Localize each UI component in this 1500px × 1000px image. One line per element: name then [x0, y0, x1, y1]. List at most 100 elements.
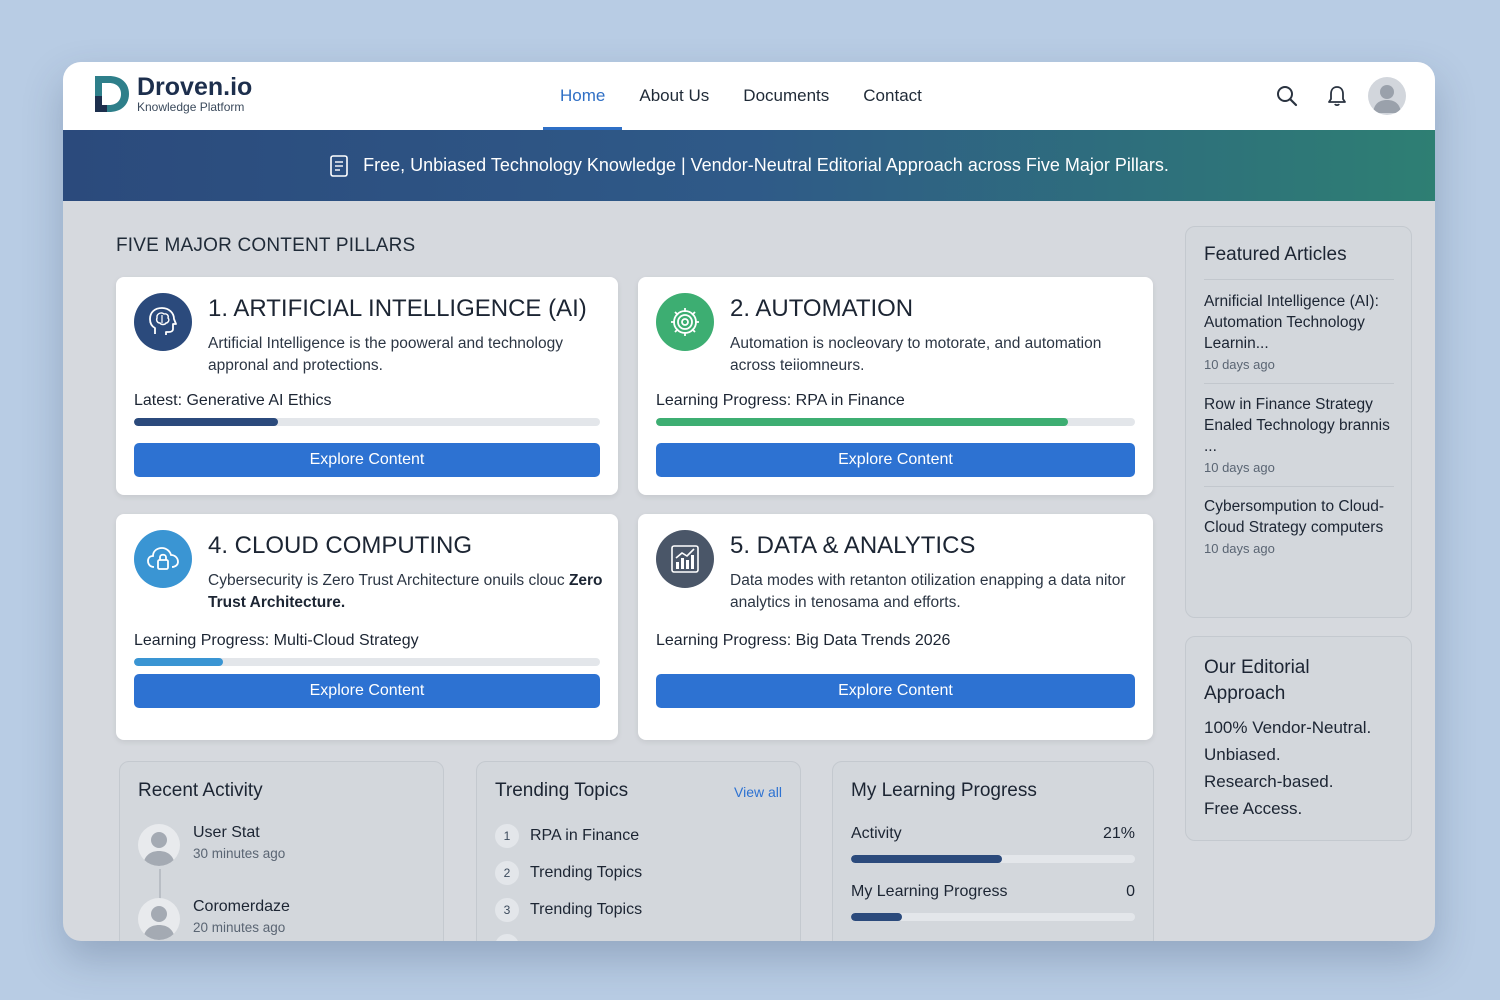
activity-item[interactable]: Coromerdaze 20 minutes ago [138, 898, 290, 940]
pillar-title: 2. AUTOMATION [730, 295, 914, 322]
droven-logo-icon [95, 76, 129, 112]
pillar-description: Cybersecurity is Zero Trust Architecture… [208, 570, 608, 614]
header-actions [1257, 76, 1407, 116]
progress-bar [851, 913, 1135, 921]
explore-content-button[interactable]: Explore Content [134, 443, 600, 477]
user-silhouette-icon [143, 832, 175, 866]
editorial-line: Unbiased. [1204, 745, 1281, 764]
featured-articles-panel: Featured Articles Arnificial Intelligenc… [1185, 226, 1412, 618]
progress-prefix: Latest: [134, 392, 187, 409]
brand-name: Droven.io [137, 73, 253, 101]
gear-icon [656, 293, 714, 351]
featured-article[interactable]: Arnificial Intelligence (AI): Automation… [1204, 291, 1394, 372]
pillar-progress-bar [134, 658, 600, 666]
pillar-description: Automation is nocleovary to motorate, an… [730, 335, 1102, 374]
topic-label: Trending Topics [530, 901, 643, 918]
featured-article[interactable]: Cybersompution to Cloud-Cloud Strategy c… [1204, 496, 1394, 556]
explore-content-button[interactable]: Explore Content [656, 443, 1135, 477]
progress-value: 21% [1102, 825, 1135, 842]
document-icon [329, 154, 349, 178]
divider [1204, 486, 1394, 487]
description-text: Cybersecurity is Zero Trust Architecture… [208, 572, 569, 589]
progress-fill [656, 418, 1068, 426]
search-button[interactable] [1267, 76, 1307, 116]
nav-about-us[interactable]: About Us [622, 62, 726, 130]
editorial-line: Research-based. [1204, 772, 1334, 791]
brand-tagline: Knowledge Platform [137, 100, 245, 114]
nav-contact[interactable]: Contact [846, 62, 939, 130]
progress-topic: Big Data Trends 2026 [795, 632, 951, 649]
pillar-progress-label: Learning Progress: Multi-Cloud Strategy [134, 632, 419, 650]
app-window: Droven.io Knowledge Platform Home About … [63, 62, 1435, 941]
pillar-description: Data modes with retanton otilization ena… [730, 572, 1126, 611]
topic-rank-badge: 1 [495, 824, 519, 848]
pillar-progress-label: Latest: Generative AI Ethics [134, 392, 331, 410]
activity-time: 20 minutes ago [193, 920, 286, 935]
progress-prefix: Learning Progress: [134, 632, 274, 649]
divider [1204, 279, 1394, 280]
trending-topic-item[interactable]: 2 Trending Topics [495, 861, 642, 885]
user-silhouette-icon [1373, 85, 1401, 113]
user-silhouette-icon [143, 906, 175, 940]
activity-time: 30 minutes ago [193, 846, 286, 861]
topic-rank-badge-partial [495, 934, 519, 941]
progress-prefix: Learning Progress: [656, 392, 796, 409]
pillar-description: Artificial Intelligence is the pooweral … [208, 335, 563, 374]
article-time: 10 days ago [1204, 357, 1275, 372]
progress-row: Activity 21% [851, 825, 1135, 843]
cloud-lock-icon [134, 530, 192, 588]
user-avatar [1368, 77, 1406, 115]
trending-topics-title: Trending Topics [495, 780, 629, 801]
progress-label: Activity [851, 825, 902, 842]
recent-activity-panel: Recent Activity User Stat 30 minutes ago [119, 761, 444, 941]
featured-article[interactable]: Row in Finance Strategy Enaled Technolog… [1204, 394, 1394, 475]
brand-logo[interactable]: Droven.io Knowledge Platform [93, 74, 252, 114]
topic-rank-badge: 3 [495, 898, 519, 922]
topic-rank-badge: 2 [495, 861, 519, 885]
pillar-progress-bar [656, 418, 1135, 426]
view-all-link[interactable]: View all [734, 784, 782, 800]
pillar-progress-label: Learning Progress: Big Data Trends 2026 [656, 632, 950, 650]
editorial-lines: 100% Vendor-Neutral. Unbiased. Research-… [1204, 714, 1371, 822]
trending-topic-item[interactable]: 1 RPA in Finance [495, 824, 639, 848]
analytics-chart-icon [656, 530, 714, 588]
pillar-title: 1. ARTIFICIAL INTELLIGENCE (AI) [208, 295, 587, 322]
trending-topics-panel: Trending Topics View all 1 RPA in Financ… [476, 761, 801, 941]
pillar-progress-label: Learning Progress: RPA in Finance [656, 392, 905, 410]
progress-fill [851, 913, 903, 921]
editorial-line: 100% Vendor-Neutral. [1204, 718, 1372, 737]
pillar-card-automation: 2. AUTOMATION Automation is nocleovary t… [638, 277, 1153, 495]
article-title: Arnificial Intelligence (AI): Automation… [1204, 293, 1379, 352]
nav-documents[interactable]: Documents [726, 62, 846, 130]
progress-bar [851, 855, 1135, 863]
editorial-approach-panel: Our Editorial Approach 100% Vendor-Neutr… [1185, 636, 1412, 841]
topic-label: Trending Topics [530, 864, 643, 881]
progress-fill [134, 418, 279, 426]
pillar-card-ai: 1. ARTIFICIAL INTELLIGENCE (AI) Artifici… [116, 277, 618, 495]
progress-fill [134, 658, 223, 666]
progress-value: 0 [1126, 883, 1135, 900]
main-nav: Home About Us Documents Contact [543, 62, 939, 130]
notifications-button[interactable] [1317, 76, 1357, 116]
article-time: 10 days ago [1204, 460, 1275, 475]
progress-fill [851, 855, 1002, 863]
bell-icon [1328, 86, 1346, 107]
featured-articles-title: Featured Articles [1204, 244, 1347, 265]
explore-content-button[interactable]: Explore Content [134, 674, 600, 708]
pillar-title: 5. DATA & ANALYTICS [730, 532, 976, 559]
progress-label: My Learning Progress [851, 883, 1008, 900]
pillar-title: 4. CLOUD COMPUTING [208, 532, 473, 559]
recent-activity-title: Recent Activity [138, 780, 263, 801]
explore-content-button[interactable]: Explore Content [656, 674, 1135, 708]
activity-item[interactable]: User Stat 30 minutes ago [138, 824, 285, 866]
profile-button[interactable] [1367, 76, 1407, 116]
banner-text: Free, Unbiased Technology Knowledge | Ve… [363, 155, 1169, 175]
editorial-line: Free Access. [1204, 799, 1303, 818]
search-icon [1277, 86, 1298, 107]
pillar-progress-bar [134, 418, 600, 426]
brain-head-icon [134, 293, 192, 351]
topic-label: RPA in Finance [530, 827, 640, 844]
nav-home[interactable]: Home [543, 62, 623, 130]
trending-topic-item[interactable]: 3 Trending Topics [495, 898, 642, 922]
info-banner: Free, Unbiased Technology Knowledge | Ve… [63, 130, 1435, 201]
